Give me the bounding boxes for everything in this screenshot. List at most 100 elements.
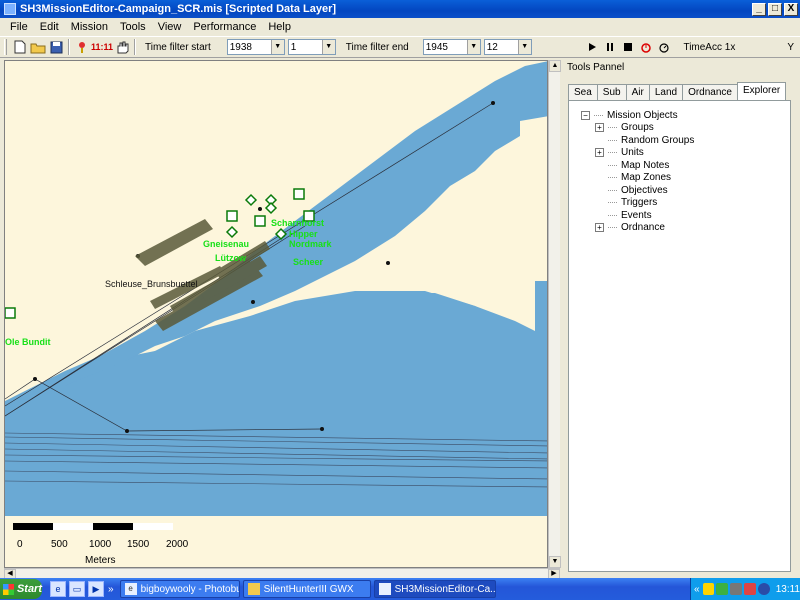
menu-performance[interactable]: Performance — [187, 21, 262, 33]
tree-item-units[interactable]: + Units — [581, 147, 786, 160]
tree-item-triggers[interactable]: Triggers — [581, 197, 786, 210]
toolbar-separator — [134, 39, 136, 55]
start-button[interactable]: Start — [0, 579, 42, 599]
collapse-icon[interactable]: − — [581, 110, 590, 120]
menu-mission[interactable]: Mission — [65, 21, 114, 33]
tree-item-objectives[interactable]: Objectives — [581, 184, 786, 197]
scroll-down-icon[interactable]: ▼ — [549, 556, 561, 568]
security-tray-icon[interactable] — [716, 583, 729, 595]
network-tray-icon[interactable] — [730, 583, 743, 595]
tree-item-events[interactable]: Events — [581, 209, 786, 222]
show-desktop-icon[interactable]: ▭ — [69, 581, 85, 597]
hand-tray-icon[interactable] — [702, 583, 715, 595]
tab-sea[interactable]: Sea — [568, 84, 598, 100]
end-month-select[interactable]: 12 ▼ — [483, 39, 532, 55]
pause-icon[interactable] — [601, 38, 619, 56]
taskbar-item-photobucket[interactable]: e bigboywooly - Photobuck... — [119, 580, 240, 598]
menu-view[interactable]: View — [152, 21, 188, 33]
tree-connector — [608, 152, 617, 154]
expand-icon[interactable]: + — [595, 123, 604, 133]
chevron-down-icon[interactable]: ▼ — [517, 40, 531, 54]
map-svg[interactable] — [5, 61, 548, 568]
tab-land[interactable]: Land — [648, 84, 684, 100]
vertical-scrollbar[interactable]: ▲ ▼ — [548, 60, 561, 568]
pan-hand-icon[interactable] — [113, 38, 131, 56]
tree-connector — [608, 139, 617, 141]
horizontal-scrollbar[interactable]: ◀ ▶ — [4, 568, 560, 579]
marker-icon[interactable] — [73, 38, 91, 56]
play-icon[interactable] — [583, 38, 601, 56]
open-folder-icon[interactable] — [29, 38, 47, 56]
windows-logo-icon — [3, 583, 14, 595]
chevron-down-icon[interactable]: ▼ — [270, 40, 284, 54]
tree-root[interactable]: − Mission Objects — [581, 109, 786, 122]
tree-item-map-zones[interactable]: Map Zones — [581, 172, 786, 185]
start-month-select[interactable]: 1 ▼ — [287, 39, 336, 55]
tab-air[interactable]: Air — [625, 84, 650, 100]
task-label: bigboywooly - Photobuck... — [140, 583, 239, 595]
scroll-up-icon[interactable]: ▲ — [549, 60, 561, 72]
media-player-icon[interactable]: ▶ — [88, 581, 104, 597]
maximize-button[interactable]: □ — [768, 2, 782, 16]
start-year-select[interactable]: 1938 ▼ — [226, 39, 285, 55]
toolbar-grip[interactable] — [4, 39, 7, 55]
quicklaunch-overflow-icon[interactable]: » — [108, 584, 114, 595]
tree-item-map-notes[interactable]: Map Notes — [581, 159, 786, 172]
taskbar-item-mission-editor[interactable]: SH3MissionEditor-Ca... — [373, 580, 496, 598]
tree-root-label[interactable]: Mission Objects — [607, 110, 678, 121]
tab-ordnance[interactable]: Ordnance — [682, 84, 738, 100]
tree-item-groups[interactable]: + Groups — [581, 122, 786, 135]
expand-icon[interactable]: + — [595, 223, 604, 233]
menu-help[interactable]: Help — [262, 21, 297, 33]
tree-connector — [608, 202, 617, 204]
stop-icon[interactable] — [619, 38, 637, 56]
taskbar-item-gwx-folder[interactable]: SilentHunterIII GWX — [242, 580, 371, 598]
map-label-hipper: Hipper — [289, 229, 318, 239]
tree-item-label[interactable]: Ordnance — [621, 222, 665, 233]
close-button[interactable]: X — [784, 2, 798, 16]
chevron-down-icon[interactable]: ▼ — [466, 40, 480, 54]
tree-item-label[interactable]: Map Notes — [621, 160, 669, 171]
internet-explorer-icon[interactable]: e — [50, 581, 66, 597]
tree-item-label[interactable]: Units — [621, 147, 644, 158]
minimize-button[interactable]: _ — [752, 2, 766, 16]
map-label-nordmark: Nordmark — [289, 239, 332, 249]
save-icon[interactable] — [47, 38, 65, 56]
menu-bar: File Edit Mission Tools View Performance… — [0, 18, 800, 36]
tab-explorer[interactable]: Explorer — [737, 82, 787, 100]
end-year-select[interactable]: 1945 ▼ — [422, 39, 481, 55]
tools-panel: Tools Pannel Sea Sub Air Land Ordnance E… — [563, 60, 800, 578]
coordinate-marker: Y — [787, 41, 794, 53]
tree-item-label[interactable]: Events — [621, 210, 652, 221]
stopwatch-icon[interactable] — [655, 38, 673, 56]
tree-connector — [608, 177, 617, 179]
scale-bar — [13, 523, 173, 530]
stopwatch-red-icon[interactable] — [637, 38, 655, 56]
tree-connector — [608, 227, 617, 229]
tree-item-label[interactable]: Random Groups — [621, 135, 694, 146]
menu-tools[interactable]: Tools — [114, 21, 152, 33]
menu-file[interactable]: File — [4, 21, 34, 33]
toolbar-separator — [68, 39, 70, 55]
tree-item-ordnance[interactable]: + Ordnance — [581, 222, 786, 235]
chevron-down-icon[interactable]: ▼ — [321, 40, 335, 54]
antivirus-tray-icon[interactable] — [744, 583, 756, 595]
tab-sub[interactable]: Sub — [596, 84, 627, 100]
tree-item-label[interactable]: Triggers — [621, 197, 657, 208]
app-icon — [378, 583, 391, 595]
map-canvas[interactable]: Schleuse_Brunsbuettel Scheer Nordmark Hi… — [4, 60, 548, 568]
new-file-icon[interactable] — [11, 38, 29, 56]
menu-edit[interactable]: Edit — [34, 21, 65, 33]
tree-item-label[interactable]: Objectives — [621, 185, 668, 196]
tree-item-label[interactable]: Groups — [621, 122, 654, 133]
globe-tray-icon[interactable] — [757, 583, 770, 595]
time-filter-end-label: Time filter end — [345, 41, 409, 53]
folder-icon — [247, 583, 260, 595]
expand-icon[interactable]: + — [595, 148, 604, 158]
tree-item-label[interactable]: Map Zones — [621, 172, 671, 183]
tray-expand-icon[interactable]: « — [694, 584, 700, 595]
clock-icon[interactable]: 11:11 — [91, 38, 113, 56]
tree-item-random-groups[interactable]: Random Groups — [581, 134, 786, 147]
mission-tree: − Mission Objects + Groups Random Groups… — [581, 109, 786, 234]
start-month-value: 1 — [290, 41, 297, 53]
